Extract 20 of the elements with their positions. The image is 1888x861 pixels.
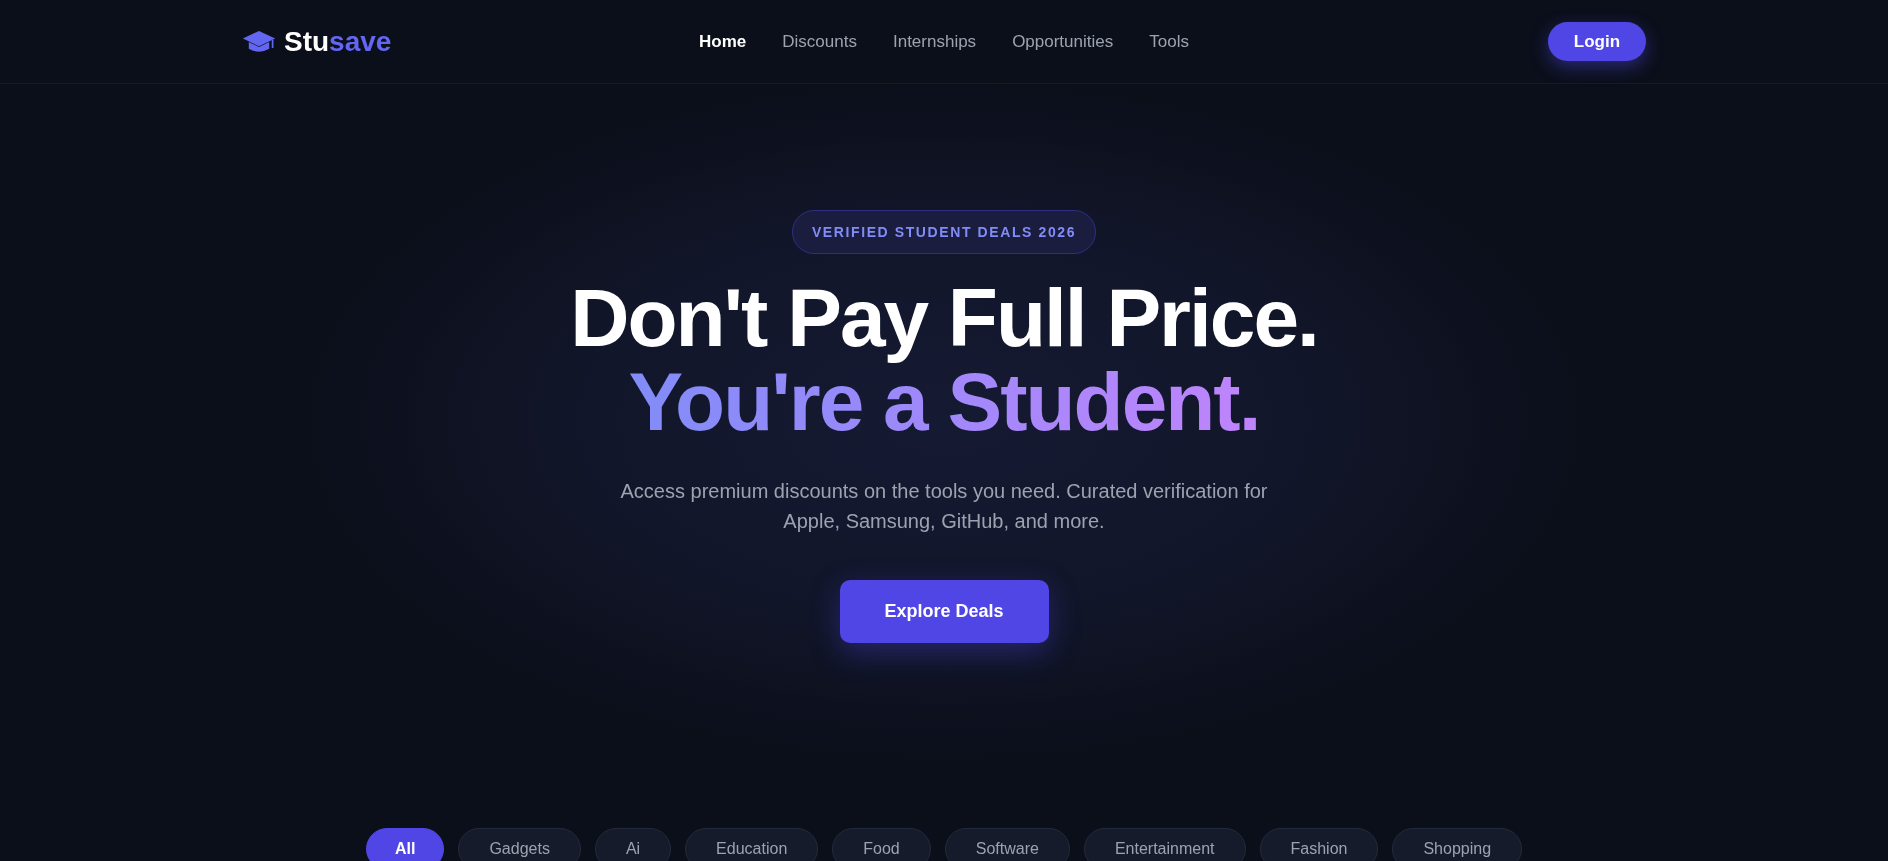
graduation-cap-icon [242,28,276,55]
category-chip[interactable]: All [365,828,445,861]
category-chip[interactable]: Fashion [1259,828,1379,861]
nav-link[interactable]: Home [699,31,747,52]
nav-link[interactable]: Opportunities [1012,31,1114,52]
category-chip[interactable]: Gadgets [458,828,581,861]
category-chip[interactable]: Education [685,828,819,861]
nav-link[interactable]: Internships [892,31,977,52]
nav-link[interactable]: Tools [1149,31,1189,52]
category-chip[interactable]: Food [832,828,931,861]
category-chip[interactable]: Ai [594,828,672,861]
hero-badge: VERIFIED STUDENT DEALS 2026 [791,210,1097,254]
category-chip[interactable]: Shopping [1392,828,1523,861]
category-chip[interactable]: Entertainment [1083,828,1246,861]
brand-name[interactable]: Stusave [284,25,392,58]
category-chip[interactable]: Software [944,828,1070,861]
explore-deals-button[interactable]: Explore Deals [839,580,1049,643]
login-button[interactable]: Login [1547,22,1646,61]
hero-subtitle: Access premium discounts on the tools you need. Curated verification for Apple, Samsung, GitHub, and more. [619,479,1269,534]
nav-link[interactable]: Discounts [782,31,857,52]
